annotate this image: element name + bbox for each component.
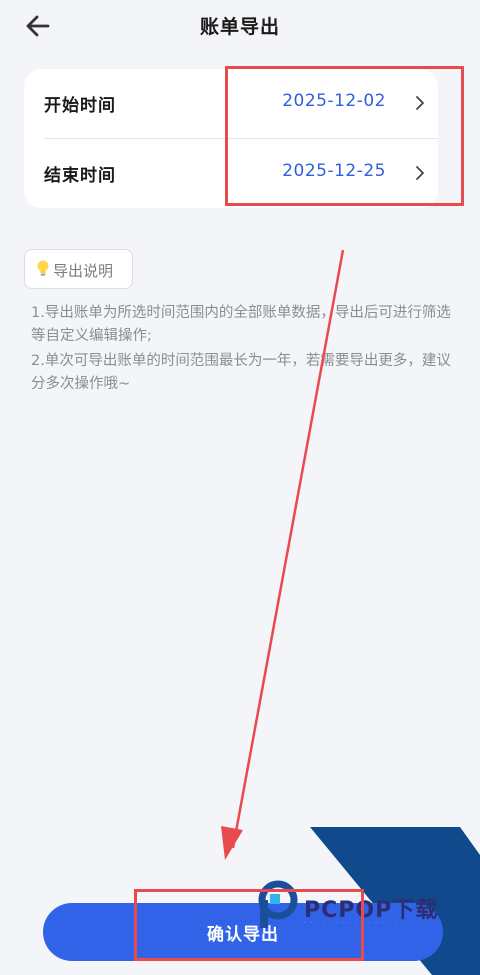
lightbulb-icon <box>37 260 49 276</box>
confirm-export-button[interactable]: 确认导出 <box>43 903 443 961</box>
date-range-card: 开始时间 2025-12-02 结束时间 2025-12-25 <box>24 69 438 208</box>
confirm-export-label: 确认导出 <box>207 925 279 945</box>
chevron-right-icon <box>416 96 424 110</box>
tip-item: 1.导出账单为所选时间范围内的全部账单数据，导出后可进行筛选等自定义编辑操作; <box>31 305 451 344</box>
chevron-right-icon <box>416 166 424 180</box>
start-date-label: 开始时间 <box>44 96 116 116</box>
end-date-value: 2025-12-25 <box>282 161 386 181</box>
end-date-row[interactable]: 结束时间 2025-12-25 <box>24 139 438 208</box>
page-title: 账单导出 <box>199 16 280 38</box>
export-tips-label: 导出说明 <box>53 262 114 280</box>
start-date-value: 2025-12-02 <box>282 91 386 111</box>
start-date-row[interactable]: 开始时间 2025-12-02 <box>24 69 438 139</box>
tip-item: 2.单次可导出账单的时间范围最长为一年，若需要导出更多，建议分多次操作哦~ <box>31 353 451 392</box>
end-date-label: 结束时间 <box>44 166 116 186</box>
export-tips-badge: 导出说明 <box>24 249 133 289</box>
app-header: 账单导出 <box>0 0 480 50</box>
